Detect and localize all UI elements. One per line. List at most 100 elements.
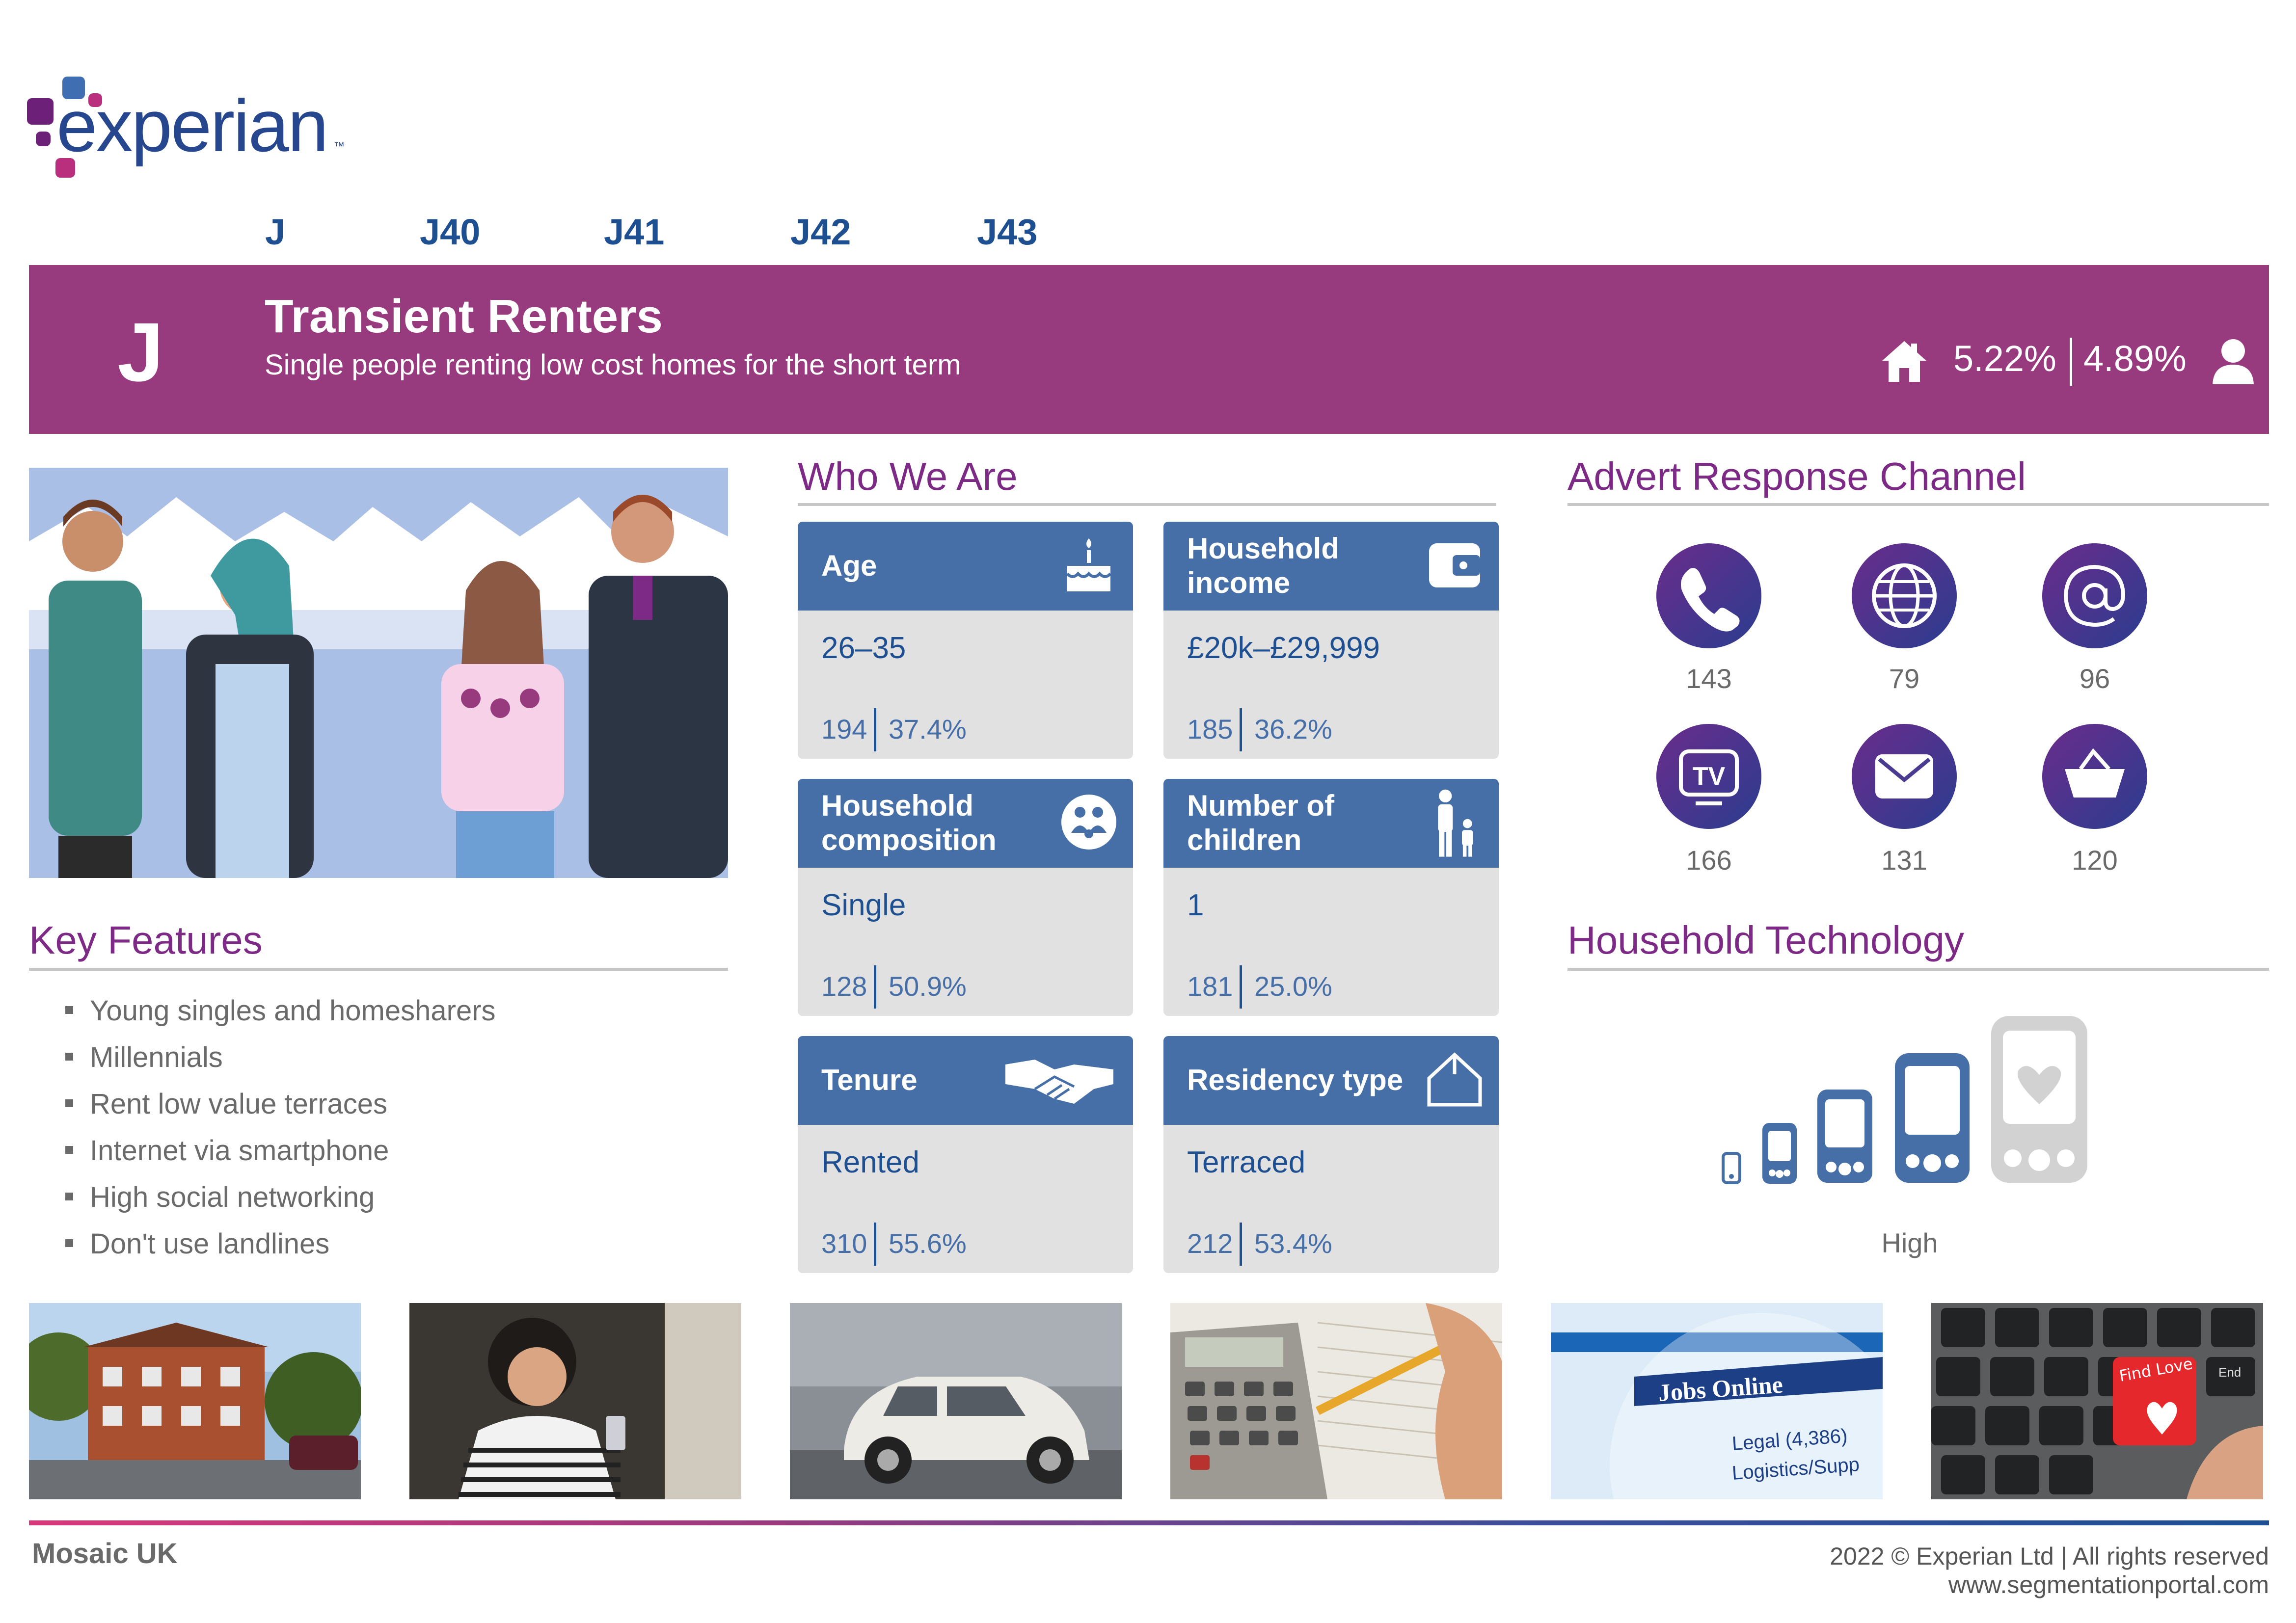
who-card-household-composition: Household composition Single 128 50.9% xyxy=(798,779,1133,1016)
card-percentage: 36.2% xyxy=(1254,714,1332,745)
card-label: Residency type xyxy=(1187,1064,1404,1096)
household-technology-title: Household Technology xyxy=(1567,918,1965,962)
card-header: Tenure xyxy=(798,1036,1133,1125)
group-letter: J xyxy=(117,306,164,399)
photo-calculator-bills xyxy=(1170,1303,1502,1499)
footer-url[interactable]: www.segmentationportal.com xyxy=(1830,1570,2269,1599)
logo-dot-purple xyxy=(27,98,54,125)
channel-shopping xyxy=(2042,724,2147,829)
who-we-are-rule xyxy=(798,503,1496,506)
who-card-residency-type: Residency type Terraced 212 53.4% xyxy=(1163,1036,1499,1273)
nav-item-j43[interactable]: J43 xyxy=(977,211,1037,253)
nav-item-j[interactable]: J xyxy=(265,211,285,253)
card-label: Household income xyxy=(1187,532,1339,600)
people-circle-icon xyxy=(1061,795,1116,850)
card-header: Household composition xyxy=(798,779,1133,868)
footer-brand: Mosaic UK xyxy=(32,1538,178,1570)
card-label-line: income xyxy=(1187,566,1291,599)
card-percentage: 53.4% xyxy=(1254,1228,1332,1259)
card-label-line: Household xyxy=(1187,532,1339,565)
channel-value: 120 xyxy=(2072,845,2118,876)
device-level-1-icon xyxy=(1722,1152,1741,1184)
household-percentage: 5.22% xyxy=(1953,338,2056,379)
feature-item: Internet via smartphone xyxy=(65,1135,496,1166)
card-index: 212 xyxy=(1187,1228,1233,1259)
logo-tm: ™ xyxy=(334,140,345,152)
group-banner: J Transient Renters Single people rentin… xyxy=(29,265,2269,434)
mail-icon xyxy=(1875,754,1933,798)
card-header: Age xyxy=(798,522,1133,611)
logo-wordmark: experian xyxy=(56,84,328,167)
photo-woman-smartphone xyxy=(409,1303,741,1499)
card-label-line: Household xyxy=(821,789,973,822)
key-features-list: Young singles and homesharers Millennial… xyxy=(65,995,496,1275)
nav-item-j42[interactable]: J42 xyxy=(790,211,851,253)
channel-tv: TV xyxy=(1656,724,1761,829)
parent-child-icon xyxy=(1438,789,1473,857)
card-index: 185 xyxy=(1187,714,1233,745)
feature-item: Young singles and homesharers xyxy=(65,995,496,1026)
person-icon xyxy=(2213,339,2254,384)
channel-value: 131 xyxy=(1881,845,1927,876)
group-title: Transient Renters xyxy=(265,290,663,343)
technology-level-graphic xyxy=(1722,1016,2087,1184)
photo-small-car xyxy=(790,1303,1122,1499)
device-level-2-icon xyxy=(1762,1123,1797,1184)
logo-dot-purple-small xyxy=(36,132,51,146)
card-percentage: 55.6% xyxy=(889,1228,967,1259)
who-card-household-income: Household income £20k–£29,999 185 36.2% xyxy=(1163,522,1499,759)
card-separator xyxy=(1240,965,1242,1009)
birthday-cake-icon xyxy=(1066,538,1112,591)
card-value: £20k–£29,999 xyxy=(1187,631,1380,665)
who-card-tenure: Tenure Rented 310 55.6% xyxy=(798,1036,1133,1273)
card-value: Terraced xyxy=(1187,1145,1306,1179)
card-label: Tenure xyxy=(821,1064,918,1096)
card-label-line: children xyxy=(1187,824,1302,856)
feature-item: Millennials xyxy=(65,1042,496,1073)
card-separator xyxy=(1240,708,1242,751)
card-index: 128 xyxy=(821,971,867,1002)
basket-icon xyxy=(2065,748,2125,798)
feature-item: Rent low value terraces xyxy=(65,1089,496,1119)
card-value: Rented xyxy=(821,1145,919,1179)
persona-illustration xyxy=(29,468,728,878)
card-separator xyxy=(874,1223,876,1266)
photo-find-love-keyboard: Find Love End xyxy=(1931,1303,2263,1499)
technology-level-label: High xyxy=(1881,1227,1938,1258)
nav-item-j40[interactable]: J40 xyxy=(420,211,480,253)
tv-icon: TV xyxy=(1679,749,1739,805)
card-label: Age xyxy=(821,549,877,582)
footer-gradient-rule xyxy=(29,1520,2269,1525)
photo-jobs-online: Jobs Online Legal (4,386) Logistics/Supp xyxy=(1551,1303,1883,1499)
card-header: Number of children xyxy=(1163,779,1499,868)
photo-terraced-flats xyxy=(29,1303,361,1499)
end-key-text: End xyxy=(2218,1365,2241,1380)
handshake-icon xyxy=(1005,1060,1113,1104)
card-percentage: 25.0% xyxy=(1254,971,1332,1002)
card-separator xyxy=(874,708,876,751)
card-value: 1 xyxy=(1187,888,1204,922)
channel-value: 143 xyxy=(1686,663,1732,694)
stat-separator xyxy=(2070,338,2072,386)
phone-icon xyxy=(1681,568,1740,632)
at-icon xyxy=(2063,564,2126,627)
person-percentage: 4.89% xyxy=(2083,338,2187,379)
who-card-age: Age 26–35 194 37.4% xyxy=(798,522,1133,759)
footer-copyright: 2022 © Experian Ltd | All rights reserve… xyxy=(1830,1543,2269,1570)
who-we-are-title: Who We Are xyxy=(798,454,1018,498)
card-label: Number of children xyxy=(1187,789,1334,857)
card-value: 26–35 xyxy=(821,631,906,665)
channel-email xyxy=(2042,543,2147,648)
advert-response-rule xyxy=(1567,503,2269,506)
house-outline-icon xyxy=(1427,1052,1482,1107)
who-card-number-of-children: Number of children 1 181 25.0% xyxy=(1163,779,1499,1016)
card-separator xyxy=(874,965,876,1009)
card-index: 181 xyxy=(1187,971,1233,1002)
footer-legal: 2022 © Experian Ltd | All rights reserve… xyxy=(1830,1542,2269,1599)
household-technology-rule xyxy=(1567,968,2269,971)
house-icon xyxy=(1882,341,1926,382)
nav-item-j41[interactable]: J41 xyxy=(604,211,664,253)
tv-glyph: TV xyxy=(1693,762,1726,791)
device-level-3-icon xyxy=(1817,1090,1872,1183)
device-level-5-icon xyxy=(1991,1016,2087,1183)
